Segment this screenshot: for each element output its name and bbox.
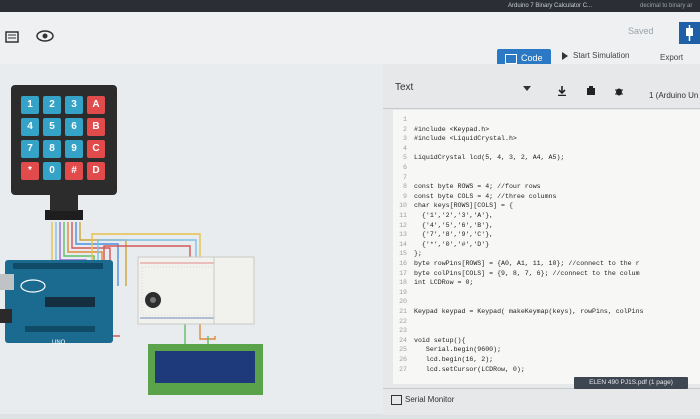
serial-monitor-bar: Serial Monitor — [383, 388, 700, 415]
line-number: 1 — [403, 116, 407, 123]
line-number: 14 — [399, 240, 407, 248]
start-simulation-button[interactable]: Start Simulation — [562, 51, 629, 60]
upload-icon[interactable] — [586, 83, 596, 95]
code-text: void setup(){ — [414, 336, 466, 344]
keypad-key[interactable]: 3 — [65, 96, 83, 114]
line-number: 12 — [399, 221, 407, 229]
code-editor[interactable]: 1 2 #include <Keypad.h> 3 #include <LiquidCr… — [393, 110, 700, 384]
chevron-down-icon[interactable] — [523, 86, 531, 91]
code-icon — [505, 53, 517, 64]
line-number: 3 — [403, 135, 407, 143]
lcd-display[interactable] — [148, 344, 263, 395]
keypad-key[interactable]: 0 — [43, 162, 61, 180]
code-toolbar: Text 1 (Arduino Un — [383, 72, 700, 109]
code-text: byte colPins[COLS] = {9, 8, 7, 6}; //con… — [414, 269, 640, 277]
code-text: #include <LiquidCrystal.h> — [414, 135, 517, 143]
line-number: 17 — [399, 269, 407, 277]
potentiometer[interactable] — [145, 292, 161, 308]
browser-tabstrip: Arduino 7 Binary Calculator C... decimal… — [0, 0, 700, 12]
keypad-connector — [45, 210, 83, 220]
keypad-key[interactable]: 1 — [21, 96, 39, 114]
file-tooltip: ELEN 490 PJ1S.pdf (1 page) — [574, 377, 688, 389]
line-number: 16 — [399, 260, 407, 267]
keypad-key[interactable]: A — [87, 96, 105, 114]
keypad-key[interactable]: 2 — [43, 96, 61, 114]
line-number: 15 — [399, 250, 407, 258]
line-number: 22 — [399, 317, 407, 325]
line-number: 9 — [403, 192, 407, 200]
line-number: 23 — [399, 327, 407, 335]
code-text: {'*','0','#','D'} — [414, 240, 490, 248]
export-button[interactable]: Export — [660, 53, 683, 62]
code-text: {'4','5','6','B'}, — [414, 221, 494, 229]
line-number: 8 — [403, 183, 407, 191]
code-text: #include <Keypad.h> — [414, 125, 490, 133]
line-number: 18 — [399, 279, 407, 287]
keypad-key[interactable]: 9 — [65, 140, 83, 158]
arduino-board[interactable] — [0, 260, 113, 343]
serial-monitor-button[interactable]: Serial Monitor — [405, 395, 454, 404]
eye-icon[interactable] — [36, 29, 56, 49]
code-panel: Text 1 (Arduino Un 1 2 #include <Keypad.h>… — [383, 64, 700, 415]
keypad-key[interactable]: 5 — [43, 118, 61, 136]
code-text: lcd.begin(16, 2); — [414, 356, 494, 363]
code-button-label: Code — [521, 53, 543, 63]
code-text: }; — [414, 250, 422, 258]
play-icon — [562, 51, 568, 60]
keypad-key[interactable]: 4 — [21, 118, 39, 136]
code-text: char keys[ROWS][COLS] = { — [414, 202, 513, 210]
circuit-canvas[interactable]: 1 2 3 A 4 5 6 B 7 8 9 C * 0 # D UNO — [0, 64, 383, 414]
line-number: 11 — [399, 212, 407, 219]
editor-mode-select[interactable]: Text — [395, 82, 413, 93]
keypad-key[interactable]: * — [21, 162, 39, 180]
code-text: byte rowPins[ROWS] = {A0, A1, 11, 10}; /… — [414, 260, 640, 267]
code-text: int LCDRow = 0; — [414, 279, 474, 287]
line-number: 27 — [399, 365, 407, 373]
browser-tab[interactable]: decimal to binary ar — [640, 0, 700, 12]
breadboard — [137, 256, 255, 325]
keypad-key[interactable]: 6 — [65, 118, 83, 136]
line-number: 25 — [399, 346, 407, 354]
line-number: 2 — [403, 125, 407, 133]
components-icon[interactable] — [4, 29, 24, 49]
arduino-logo: UNO — [52, 340, 66, 346]
code-text: LiquidCrystal lcd(5, 4, 3, 2, A4, A5); — [414, 154, 565, 162]
save-status: Saved — [628, 26, 654, 36]
line-number: 21 — [399, 308, 407, 315]
line-number: 26 — [399, 356, 407, 363]
line-number: 4 — [403, 144, 407, 152]
code-text: const byte COLS = 4; //three columns — [414, 192, 557, 200]
browser-tab[interactable]: Arduino 7 Binary Calculator C... — [508, 0, 628, 12]
line-number: 19 — [399, 288, 407, 296]
keypad-key[interactable]: # — [65, 162, 83, 180]
keypad-key[interactable]: C — [87, 140, 105, 158]
code-text: lcd.setCursor(LCDRow, 0); — [414, 365, 525, 373]
editor-header: Saved Code Start Simulation Export — [0, 12, 700, 67]
start-simulation-label: Start Simulation — [573, 51, 630, 60]
code-text: Keypad keypad = Keypad( makeKeymap(keys)… — [414, 308, 644, 315]
line-number: 13 — [399, 231, 407, 239]
keypad-key[interactable]: B — [87, 118, 105, 136]
monitor-icon — [391, 395, 402, 405]
line-number: 20 — [399, 298, 407, 306]
line-number: 10 — [399, 202, 407, 210]
keypad-key[interactable]: D — [87, 162, 105, 180]
line-number: 7 — [403, 173, 407, 181]
device-select[interactable]: 1 (Arduino Un — [649, 91, 698, 100]
bug-icon[interactable] — [614, 83, 624, 96]
line-number: 24 — [399, 336, 407, 344]
download-icon[interactable] — [557, 83, 567, 97]
code-text: {'7','8','9','C'}, — [414, 231, 494, 239]
code-text: {'1','2','3','A'}, — [414, 212, 494, 219]
cube-icon[interactable] — [679, 22, 700, 44]
line-number: 5 — [403, 154, 407, 162]
keypad-key[interactable]: 8 — [43, 140, 61, 158]
code-text: const byte ROWS = 4; //four rows — [414, 183, 541, 191]
line-number: 6 — [403, 164, 407, 171]
keypad-keys: 1 2 3 A 4 5 6 B 7 8 9 C * 0 # D — [18, 93, 113, 188]
keypad-key[interactable]: 7 — [21, 140, 39, 158]
code-text: Serial.begin(9600); — [414, 346, 502, 354]
